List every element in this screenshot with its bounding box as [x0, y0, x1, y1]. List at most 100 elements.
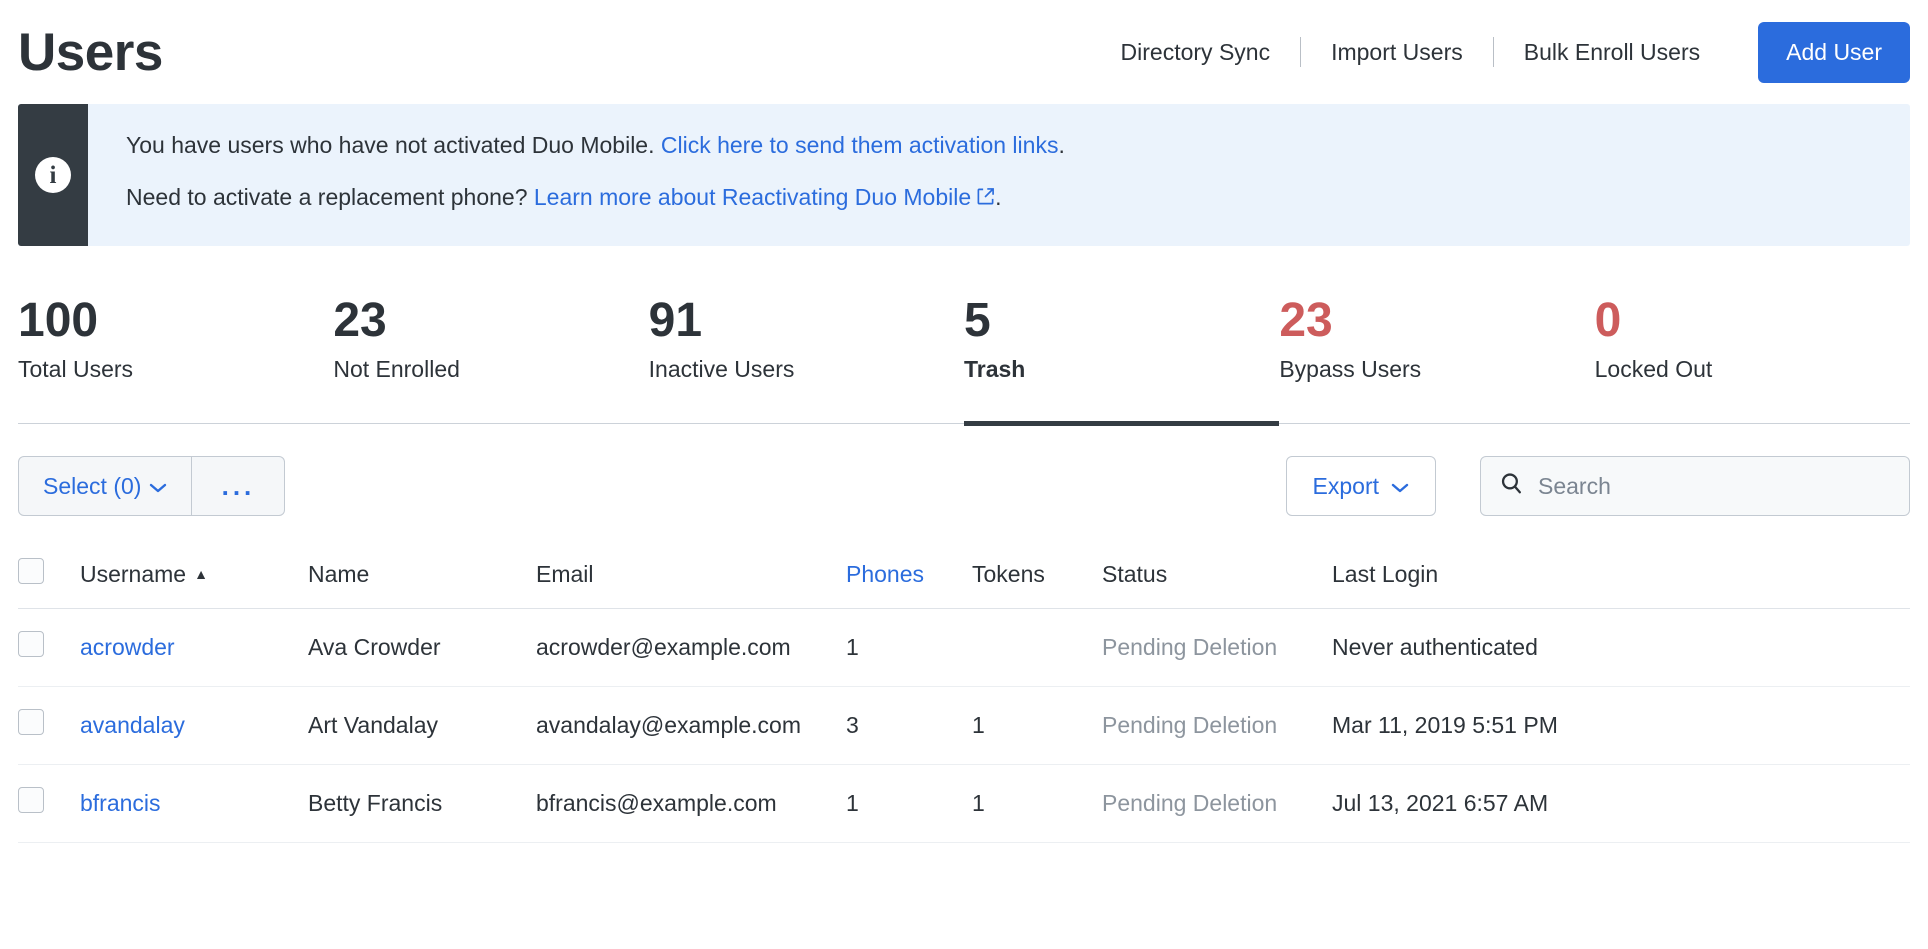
tab-trash[interactable]: 5 Trash [963, 294, 1280, 427]
bulk-enroll-users-link[interactable]: Bulk Enroll Users [1494, 39, 1730, 66]
header-actions: Directory Sync Import Users Bulk Enroll … [1091, 21, 1910, 83]
cell-username: acrowder [80, 608, 308, 687]
cell-last-login: Mar 11, 2019 5:51 PM [1332, 686, 1910, 765]
reactivating-duo-mobile-label: Learn more about Reactivating Duo Mobile [533, 183, 972, 210]
column-label: Tokens [972, 560, 1045, 587]
select-dropdown-button[interactable]: Select (0) [18, 456, 193, 517]
column-label: Status [1102, 560, 1168, 587]
column-label: Last Login [1332, 560, 1439, 587]
column-label: Phones [846, 560, 925, 587]
column-header-username[interactable]: Username ▲ [80, 540, 308, 609]
stat-value: 0 [1594, 294, 1622, 347]
user-link[interactable]: avandalay [80, 712, 185, 738]
add-user-button[interactable]: Add User [1758, 21, 1910, 83]
cell-name: Ava Crowder [308, 608, 536, 687]
stats-tabs: 100 Total Users 23 Not Enrolled 91 Inact… [18, 294, 1910, 427]
cell-tokens: 1 [972, 686, 1102, 765]
cell-status: Pending Deletion [1102, 608, 1332, 687]
chevron-down-icon [1391, 473, 1409, 500]
select-dropdown-label: Select (0) [43, 472, 142, 499]
cell-username: bfrancis [80, 764, 308, 843]
cell-status: Pending Deletion [1102, 686, 1332, 765]
user-link[interactable]: bfrancis [80, 790, 161, 816]
users-table: Username ▲ Name Email Phones Tokens Statu… [18, 540, 1910, 843]
directory-sync-link[interactable]: Directory Sync [1091, 39, 1301, 66]
tab-locked-out[interactable]: 0 Locked Out [1594, 294, 1910, 423]
table-header: Username ▲ Name Email Phones Tokens Statu… [18, 540, 1910, 609]
cell-tokens [972, 608, 1102, 687]
banner-line-2: Need to activate a replacement phone? Le… [126, 184, 1910, 213]
search-box[interactable] [1480, 456, 1910, 517]
table-body: acrowder Ava Crowder acrowder@example.co… [18, 608, 1910, 843]
stat-label: Total Users [18, 356, 134, 383]
row-checkbox[interactable] [18, 709, 44, 736]
cell-email: bfrancis@example.com [536, 764, 846, 843]
cell-email: acrowder@example.com [536, 608, 846, 687]
row-select-cell [18, 608, 80, 687]
cell-username: avandalay [80, 686, 308, 765]
cell-phones: 1 [846, 764, 972, 843]
select-all-checkbox[interactable] [18, 558, 44, 585]
table-toolbar: Select (0) ... Export [18, 454, 1910, 518]
chevron-down-icon [149, 473, 167, 500]
reactivating-duo-mobile-link[interactable]: Learn more about Reactivating Duo Mobile [534, 184, 995, 210]
tab-bypass-users[interactable]: 23 Bypass Users [1279, 295, 1594, 423]
stat-label: Bypass Users [1279, 356, 1422, 383]
column-header-status[interactable]: Status [1102, 540, 1332, 609]
column-header-phones[interactable]: Phones [846, 540, 972, 609]
cell-name: Art Vandalay [308, 686, 536, 765]
search-input[interactable] [1538, 472, 1891, 500]
cell-email: avandalay@example.com [536, 686, 846, 765]
import-users-link[interactable]: Import Users [1301, 39, 1493, 66]
info-icon: i [35, 157, 71, 193]
info-banner: i You have users who have not activated … [18, 104, 1910, 246]
column-header-name[interactable]: Name [308, 540, 536, 609]
table-row: acrowder Ava Crowder acrowder@example.co… [18, 608, 1910, 687]
column-label: Name [308, 560, 370, 587]
row-select-cell [18, 764, 80, 843]
tab-total-users[interactable]: 100 Total Users [18, 294, 333, 423]
banner-line-2-text: Need to activate a replacement phone? [126, 183, 534, 210]
export-label: Export [1312, 472, 1379, 499]
stat-value: 100 [18, 294, 99, 347]
cell-phones: 3 [846, 686, 972, 765]
table-row: bfrancis Betty Francis bfrancis@example.… [18, 764, 1910, 843]
search-icon [1499, 471, 1524, 501]
external-link-icon [976, 185, 995, 213]
cell-phones: 1 [846, 608, 972, 687]
column-header-email[interactable]: Email [536, 540, 846, 609]
users-page: Users Directory Sync Import Users Bulk E… [0, 0, 1928, 949]
row-select-cell [18, 686, 80, 765]
select-all-header [18, 540, 80, 609]
stat-label: Locked Out [1594, 356, 1713, 383]
stat-value: 91 [648, 294, 703, 347]
user-link[interactable]: acrowder [80, 634, 175, 660]
banner-icon-bar: i [18, 104, 88, 246]
activation-links-link[interactable]: Click here to send them activation links [661, 132, 1059, 158]
banner-line-1: You have users who have not activated Du… [126, 132, 1910, 160]
banner-line-2-suffix: . [995, 183, 1002, 210]
selection-button-group: Select (0) ... [18, 456, 286, 517]
tab-inactive-users[interactable]: 91 Inactive Users [648, 294, 964, 423]
column-header-tokens[interactable]: Tokens [972, 540, 1102, 609]
page-header: Users Directory Sync Import Users Bulk E… [0, 0, 1928, 104]
row-checkbox[interactable] [18, 787, 44, 814]
more-actions-button[interactable]: ... [192, 456, 286, 517]
banner-body: You have users who have not activated Du… [88, 104, 1910, 246]
stat-value: 23 [333, 294, 387, 347]
column-label: Email [536, 560, 594, 587]
sort-ascending-icon: ▲ [194, 565, 208, 582]
row-checkbox[interactable] [18, 631, 44, 658]
table-row: avandalay Art Vandalay avandalay@example… [18, 686, 1910, 765]
cell-tokens: 1 [972, 764, 1102, 843]
cell-name: Betty Francis [308, 764, 536, 843]
column-label: Username [80, 560, 187, 587]
export-dropdown-button[interactable]: Export [1285, 456, 1436, 517]
stat-label: Trash [963, 356, 1026, 383]
column-header-last-login[interactable]: Last Login [1332, 540, 1910, 609]
tab-not-enrolled[interactable]: 23 Not Enrolled [333, 294, 648, 423]
more-actions-label: ... [221, 470, 256, 501]
stat-label: Not Enrolled [333, 356, 460, 383]
banner-line-1-text: You have users who have not activated Du… [126, 132, 661, 158]
stat-value: 5 [963, 294, 991, 347]
